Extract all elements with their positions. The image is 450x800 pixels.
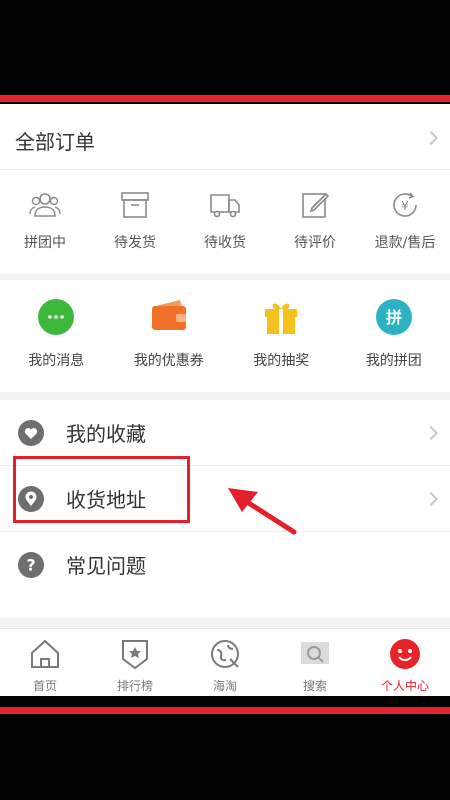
highlight-box <box>13 456 190 523</box>
pointer-arrow-icon <box>228 488 297 535</box>
all-orders-row[interactable]: 全部订单 <box>0 104 450 170</box>
svg-text:¥: ¥ <box>401 199 409 213</box>
orders-card: 全部订单 拼团中 待发货 待收货 待评价 ¥ 退款/售后 <box>0 104 450 274</box>
bottom-tab-bar: 首页 排行榜 海淘 搜索 个人中心 <box>0 628 450 696</box>
tab-label: 排行榜 <box>116 679 153 693</box>
tab-profile[interactable]: 个人中心 <box>360 629 450 696</box>
chevron-right-icon <box>423 491 439 507</box>
list-item-faq[interactable]: ? 常见问题 <box>0 532 450 598</box>
order-item-to-ship[interactable]: 待发货 <box>90 184 180 264</box>
search-icon <box>301 642 329 664</box>
order-item-label: 待收货 <box>204 235 246 251</box>
feature-my-messages[interactable]: 我的消息 <box>0 294 113 384</box>
group-buy-badge: 拼 <box>386 308 402 327</box>
globe-icon <box>211 640 239 668</box>
feature-my-coupons[interactable]: 我的优惠券 <box>113 294 226 384</box>
feature-label: 我的抽奖 <box>253 353 310 369</box>
tab-label: 首页 <box>32 679 57 693</box>
tab-label: 个人中心 <box>380 679 429 693</box>
feature-my-group-buy[interactable]: 拼 我的拼团 <box>338 294 450 384</box>
chevron-right-icon <box>423 130 439 146</box>
order-item-label: 退款/售后 <box>374 235 436 251</box>
feature-list: 我的消息 我的优惠券 我的抽奖 拼 我的拼团 <box>0 294 450 384</box>
feature-label: 我的拼团 <box>365 353 422 369</box>
list-item-label: 我的收藏 <box>66 422 146 446</box>
tab-label: 搜索 <box>302 679 327 693</box>
tab-overseas[interactable]: 海淘 <box>180 629 270 696</box>
group-icon <box>29 193 61 217</box>
group-buy-icon: 拼 <box>375 299 412 335</box>
all-orders-title: 全部订单 <box>15 130 95 154</box>
order-item-refund[interactable]: ¥ 退款/售后 <box>360 184 450 264</box>
question-glyph: ? <box>26 556 35 575</box>
refund-icon: ¥ <box>393 192 417 217</box>
order-item-label: 待发货 <box>114 235 156 251</box>
gift-icon <box>265 303 298 334</box>
message-icon <box>38 299 75 335</box>
order-item-to-review[interactable]: 待评价 <box>270 184 360 264</box>
top-red-border <box>0 95 450 102</box>
question-icon: ? <box>18 552 44 578</box>
tab-rank[interactable]: 排行榜 <box>90 629 180 696</box>
heart-icon <box>18 420 44 446</box>
screen: 全部订单 拼团中 待发货 待收货 待评价 ¥ 退款/售后 我的消息 我的优惠券 … <box>0 104 450 696</box>
chevron-right-icon <box>423 425 439 441</box>
rank-icon <box>122 640 148 670</box>
order-item-to-receive[interactable]: 待收货 <box>180 184 270 264</box>
profile-icon <box>390 639 420 669</box>
home-icon <box>31 639 59 668</box>
tab-label: 海淘 <box>212 679 237 693</box>
list-item-label: 常见问题 <box>66 554 146 578</box>
truck-icon <box>210 194 240 218</box>
edit-icon <box>302 192 330 218</box>
order-item-label: 待评价 <box>294 235 336 251</box>
coupon-icon <box>151 300 186 330</box>
order-status-list: 拼团中 待发货 待收货 待评价 ¥ 退款/售后 <box>0 184 450 264</box>
box-icon <box>121 192 149 218</box>
tab-home[interactable]: 首页 <box>0 629 90 696</box>
bottom-red-border <box>0 707 450 714</box>
tab-search[interactable]: 搜索 <box>270 629 360 696</box>
features-card: 我的消息 我的优惠券 我的抽奖 拼 我的拼团 <box>0 280 450 392</box>
feature-label: 我的消息 <box>28 353 85 369</box>
order-item-label: 拼团中 <box>24 235 66 251</box>
feature-label: 我的优惠券 <box>133 353 204 369</box>
feature-my-lottery[interactable]: 我的抽奖 <box>225 294 338 384</box>
order-item-grouping[interactable]: 拼团中 <box>0 184 90 264</box>
